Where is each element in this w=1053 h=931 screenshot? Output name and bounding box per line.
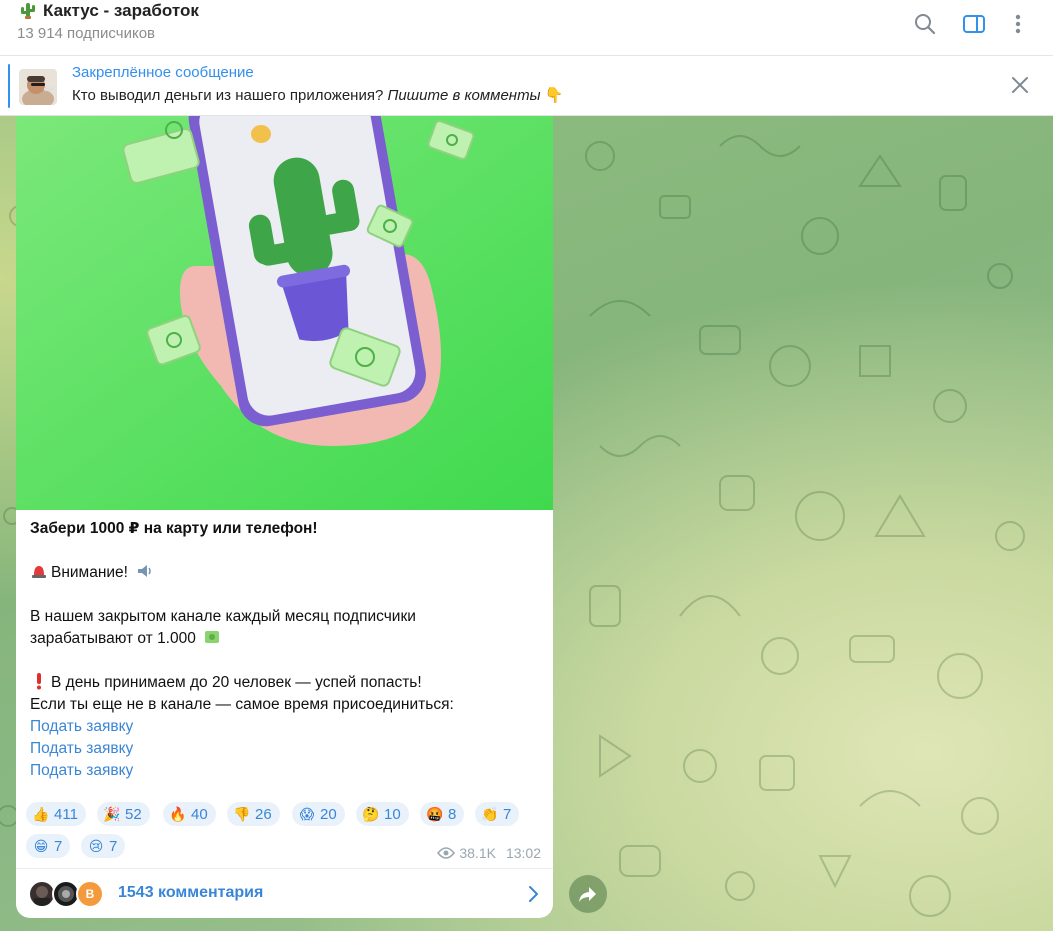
siren-icon [32, 566, 46, 578]
attention-text: Внимание! [51, 564, 128, 581]
close-icon[interactable] [1009, 74, 1031, 96]
pinned-message-bar[interactable]: Закреплённое сообщение Кто выводил деньг… [0, 56, 1053, 116]
speaker-icon [138, 565, 152, 577]
share-button[interactable] [569, 875, 607, 913]
reaction-thumbs-down[interactable]: 👎 26 [227, 802, 280, 826]
body-line-1: В нашем закрытом канале каждый месяц под… [30, 608, 416, 625]
search-button[interactable] [909, 8, 941, 40]
apply-link-2[interactable]: Подать заявку [30, 738, 540, 760]
attention-line: Внимание! [30, 562, 540, 584]
body-line-3: В день принимаем до 20 человек — успей п… [30, 672, 540, 694]
sidebar-toggle-button[interactable] [958, 8, 990, 40]
reaction-thumbs-up[interactable]: 👍 411 [26, 802, 86, 826]
reaction-angry[interactable]: 🤬 8 [420, 802, 465, 826]
reaction-grin[interactable]: 😁 7 [26, 834, 71, 858]
channel-title[interactable]: Кактус - заработок [19, 1, 199, 21]
message-time: 13:02 [505, 845, 541, 861]
pinned-emoji: 👇 [544, 87, 564, 104]
channel-title-text: Кактус - заработок [43, 1, 199, 20]
reaction-clap[interactable]: 👏 7 [475, 802, 520, 826]
search-icon [915, 14, 936, 35]
reaction-cry[interactable]: 😢 7 [81, 834, 126, 858]
message-text: Забери 1000 ₽ на карту или телефон! Вним… [30, 518, 540, 782]
subscriber-count: 13 914 подписчиков [17, 25, 156, 42]
body-line-2: зарабатывают от 1.000 [30, 628, 540, 650]
commenter-avatars: B [28, 880, 108, 908]
avatar: B [76, 880, 104, 908]
apply-link-1[interactable]: Подать заявку [30, 716, 540, 738]
pinned-title: Закреплённое сообщение [72, 64, 254, 81]
share-arrow-icon [579, 887, 596, 902]
money-icon [205, 631, 220, 643]
message-bubble: Забери 1000 ₽ на карту или телефон! Вним… [16, 116, 553, 918]
comments-button[interactable]: B 1543 комментария [16, 868, 553, 918]
reaction-scream[interactable]: 😱 20 [292, 802, 345, 826]
eye-icon [437, 847, 456, 859]
view-count: 38.1K [459, 845, 496, 861]
pinned-accent-bar [8, 64, 10, 108]
body-line-3-text: В день принимаем до 20 человек — успей п… [51, 674, 422, 691]
exclamation-icon [37, 673, 41, 690]
comments-count: 1543 комментария [118, 884, 264, 901]
chat-header: Кактус - заработок 13 914 подписчиков [0, 0, 1053, 56]
body-line-4: Если ты еще не в канале — самое время пр… [30, 696, 454, 713]
pinned-text-italic: Пишите в комменты [387, 87, 541, 104]
chevron-right-icon [529, 886, 538, 902]
pinned-text-main: Кто выводил деньги из нашего приложения? [72, 87, 384, 104]
pinned-text: Кто выводил деньги из нашего приложения?… [72, 86, 563, 104]
cactus-icon [21, 3, 35, 19]
more-menu-button[interactable] [1002, 8, 1034, 40]
post-image[interactable] [16, 116, 553, 510]
message-meta: 38.1K 13:02 [437, 845, 541, 861]
sidebar-toggle-icon [963, 15, 985, 33]
apply-link-3[interactable]: Подать заявку [30, 760, 540, 782]
reaction-party[interactable]: 🎉 52 [97, 802, 150, 826]
reaction-fire[interactable]: 🔥 40 [163, 802, 216, 826]
body-line-2-text: зарабатывают от 1.000 [30, 630, 196, 647]
message-headline: Забери 1000 ₽ на карту или телефон! [30, 520, 318, 537]
more-vertical-icon [1015, 14, 1021, 34]
pinned-thumbnail [19, 69, 57, 105]
reaction-thinking[interactable]: 🤔 10 [356, 802, 409, 826]
